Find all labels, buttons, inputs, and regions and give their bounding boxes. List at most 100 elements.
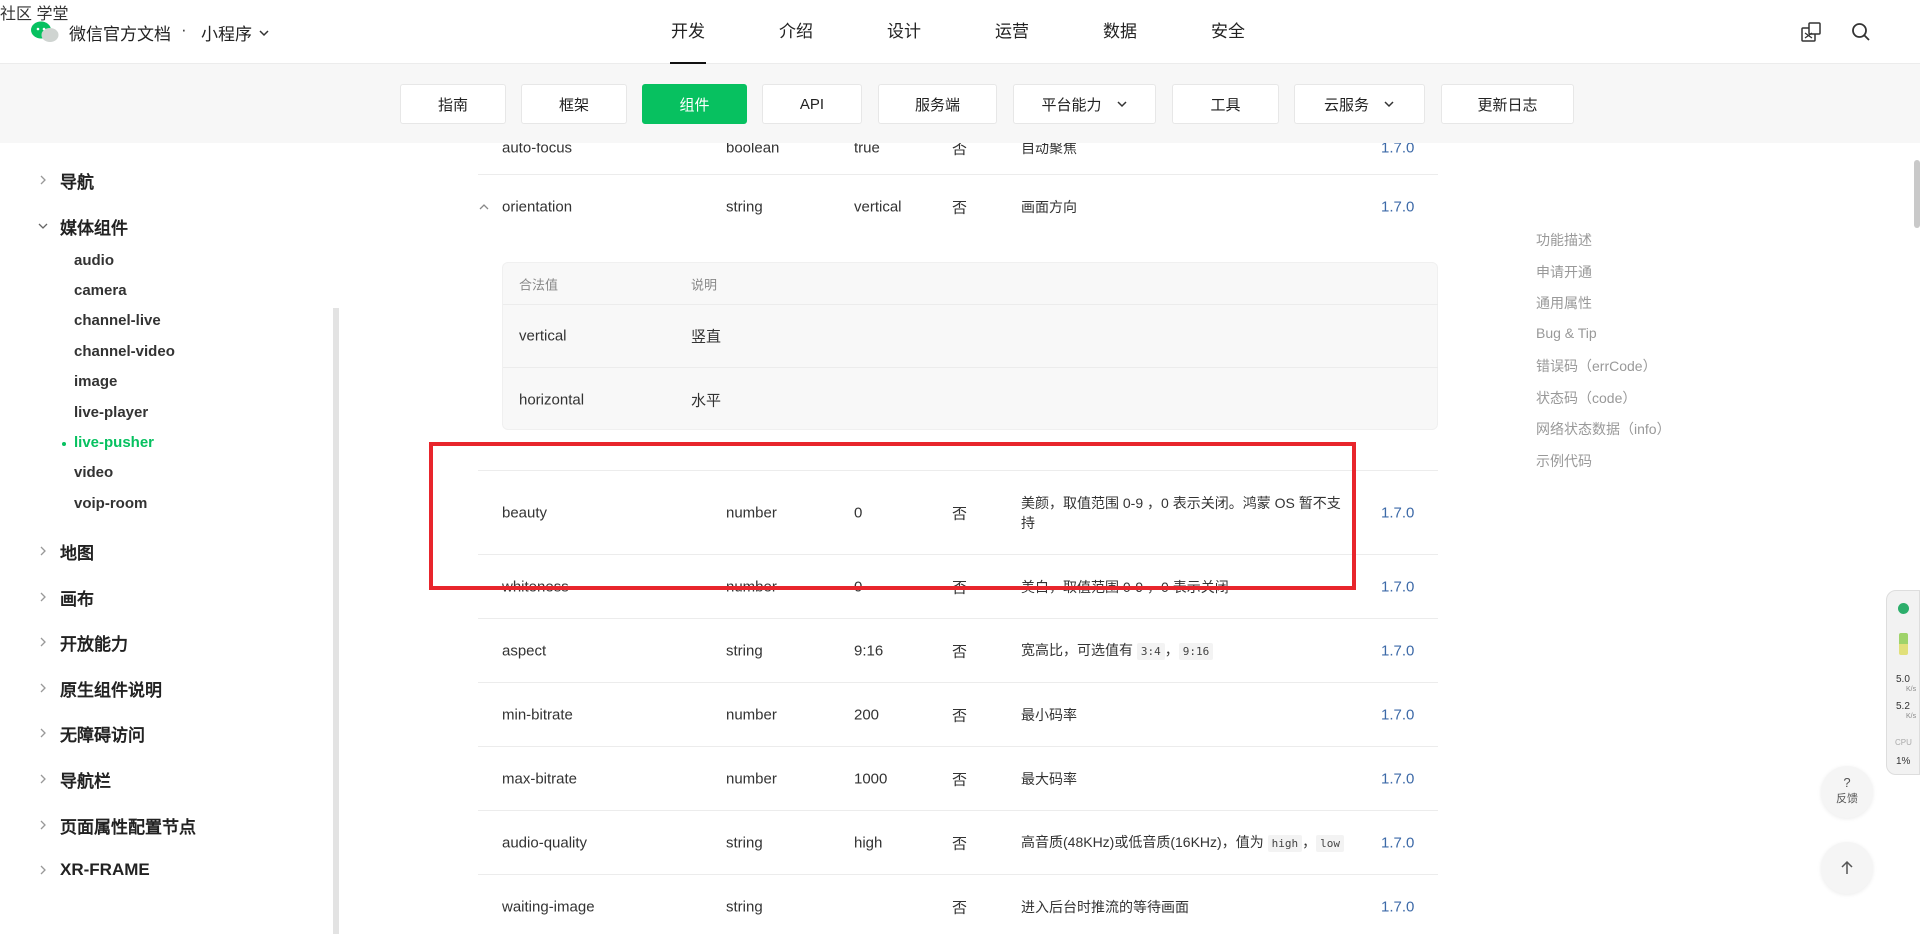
attr-desc: 画面方向 (1021, 199, 1077, 215)
nav-operate[interactable]: 运营 (994, 0, 1102, 64)
code-tool-icon[interactable] (1800, 21, 1822, 43)
sidebar-group-label: 原生组件说明 (60, 680, 162, 700)
community-link[interactable]: 社区 (0, 6, 32, 23)
nav-label: 设计 (887, 22, 921, 41)
sidebar-group-label: 导航栏 (60, 771, 111, 791)
product-switcher[interactable]: 小程序 (201, 20, 270, 45)
top-header: 微信官方文档 · 小程序 开发 介绍 设计 运营 数据 安全 社区 学堂 (0, 0, 1920, 64)
sidebar-item-live-player[interactable]: live-player (74, 404, 148, 421)
search-icon[interactable] (1850, 21, 1872, 43)
table-row: beauty number 0 否 美颜，取值范围 0-9 ，0 表示关闭。鸿蒙… (478, 471, 1438, 555)
tab-server[interactable]: 服务端 (878, 84, 997, 124)
tab-label: 平台能力 (1041, 96, 1102, 114)
sidebar-item-camera[interactable]: camera (74, 282, 127, 299)
product-label: 小程序 (201, 25, 252, 44)
chevron-right-icon (40, 774, 46, 784)
tab-tools[interactable]: 工具 (1172, 84, 1279, 124)
attr-version: 1.7.0 (1381, 898, 1415, 915)
subtable-row: horizontal 水平 (503, 368, 1438, 431)
nav-intro[interactable]: 介绍 (778, 0, 886, 64)
toc-item[interactable]: Bug & Tip (1536, 325, 1597, 341)
sidebar-scrollbar[interactable] (333, 308, 339, 934)
tab-label: API (799, 95, 825, 113)
sidebar-item-channel-live[interactable]: channel-live (74, 312, 161, 329)
sidebar-group-label: XR-FRAME (60, 860, 150, 879)
desc-separator: ， (1302, 833, 1317, 850)
attr-name: beauty (502, 504, 548, 521)
attr-name: waiting-image (502, 898, 595, 915)
download-unit: K/s (1906, 686, 1917, 693)
attr-version: 1.7.0 (1381, 143, 1415, 156)
sidebar-group-native[interactable]: 原生组件说明 (36, 676, 162, 700)
tab-label: 指南 (437, 96, 468, 114)
tab-api[interactable]: API (762, 84, 862, 124)
chevron-right-icon (40, 546, 46, 556)
attr-desc: 最大码率 (1021, 770, 1077, 787)
attr-required: 否 (952, 835, 968, 852)
attr-required: 否 (952, 771, 968, 788)
feedback-button[interactable]: ? 反馈 (1821, 766, 1873, 818)
memory-bar-icon (1899, 633, 1908, 655)
tab-label: 服务端 (914, 96, 960, 114)
sidebar-group-label: 媒体组件 (60, 218, 128, 238)
attributes-table: auto-focus boolean true 否 自动聚焦 1.7.0 ori… (478, 143, 1438, 934)
subtable-col-desc: 说明 (691, 277, 718, 292)
tab-label: 云服务 (1323, 96, 1369, 114)
sidebar-item-channel-video[interactable]: channel-video (74, 343, 175, 360)
toc-item[interactable]: 申请开通 (1536, 262, 1592, 282)
sidebar-group-pagemeta[interactable]: 页面属性配置节点 (36, 813, 196, 837)
sidebar-item-image[interactable]: image (74, 373, 117, 390)
tab-platform[interactable]: 平台能力 (1013, 84, 1156, 124)
sidebar-group-navbar[interactable]: 导航栏 (36, 767, 111, 791)
sidebar-group-xr[interactable]: XR-FRAME (36, 858, 150, 882)
sidebar-item-voip-room[interactable]: voip-room (74, 495, 147, 512)
brand-title[interactable]: 微信官方文档 (69, 20, 171, 45)
chevron-right-icon (40, 592, 46, 602)
sidebar-group-map[interactable]: 地图 (36, 539, 94, 563)
sidebar-group-label: 开放能力 (60, 634, 128, 654)
back-to-top-button[interactable] (1821, 842, 1873, 894)
sidebar-group-nav[interactable]: 导航 (36, 168, 94, 192)
sidebar-group-open[interactable]: 开放能力 (36, 630, 128, 654)
sidebar-item-video[interactable]: video (74, 464, 113, 481)
wechat-logo-icon[interactable] (30, 20, 60, 44)
chevron-right-icon (40, 820, 46, 830)
tab-guide[interactable]: 指南 (400, 84, 506, 124)
sidebar-item-audio[interactable]: audio (74, 252, 114, 269)
tab-changelog[interactable]: 更新日志 (1441, 84, 1574, 124)
attr-default: 200 (854, 706, 880, 723)
chevron-right-icon (40, 728, 46, 738)
sidebar-group-label: 画布 (60, 589, 94, 609)
table-row: aspect string 9:16 否 宽高比，可选值有 3:4， 9:16 1… (478, 619, 1438, 683)
network-monitor-widget[interactable]: 5.0 K/s 5.2 K/s CPU 1% (1886, 590, 1920, 775)
attr-desc: 宽高比，可选值有 3:4， 9:16 (1021, 640, 1351, 662)
nav-design[interactable]: 设计 (886, 0, 994, 64)
nav-data[interactable]: 数据 (1102, 0, 1210, 64)
sidebar-item-live-pusher[interactable]: live-pusher (74, 434, 154, 451)
toc-item[interactable]: 示例代码 (1536, 451, 1592, 471)
sidebar-group-a11y[interactable]: 无障碍访问 (36, 721, 145, 745)
tab-label: 组件 (679, 96, 710, 114)
sidebar-group-media[interactable]: 媒体组件 (36, 214, 128, 238)
attr-version: 1.7.0 (1381, 834, 1415, 851)
upload-speed: 5.2 (1896, 701, 1910, 712)
toc-item[interactable]: 功能描述 (1536, 230, 1592, 250)
toc-item[interactable]: 状态码（code） (1536, 388, 1636, 408)
attr-type: string (726, 834, 763, 851)
sidebar-group-canvas[interactable]: 画布 (36, 585, 94, 609)
toc-item[interactable]: 错误码（errCode） (1536, 356, 1657, 376)
toc-item[interactable]: 通用属性 (1536, 293, 1592, 313)
toc-item[interactable]: 网络状态数据（info） (1536, 419, 1671, 439)
attr-version: 1.7.0 (1381, 770, 1415, 787)
cpu-label: CPU (1895, 738, 1912, 747)
tab-cloud[interactable]: 云服务 (1294, 84, 1425, 124)
chevron-up-icon[interactable] (478, 201, 490, 213)
orientation-row-head[interactable]: orientation string vertical 否 画面方向 1.7.0 (478, 175, 1438, 239)
nav-security[interactable]: 安全 (1210, 0, 1318, 64)
attr-version: 1.7.0 (1381, 578, 1415, 595)
tab-framework[interactable]: 框架 (521, 84, 627, 124)
nav-develop[interactable]: 开发 (670, 0, 778, 64)
tab-components[interactable]: 组件 (642, 84, 747, 124)
page-scrollbar-thumb[interactable] (1914, 160, 1920, 228)
nav-label: 开发 (670, 2, 706, 64)
